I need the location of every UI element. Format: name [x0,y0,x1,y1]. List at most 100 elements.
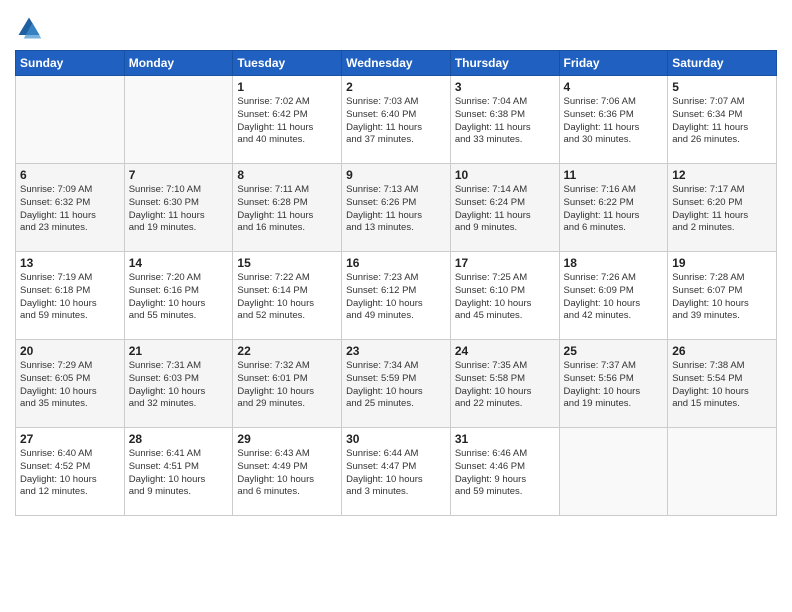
day-number: 15 [237,256,337,270]
calendar-body: 1 Sunrise: 7:02 AM Sunset: 6:42 PM Daylig… [16,76,777,516]
day-number: 29 [237,432,337,446]
day-number: 10 [455,168,555,182]
day-info: Sunrise: 7:02 AM Sunset: 6:42 PM Dayligh… [237,96,337,147]
week-row-4: 27 Sunrise: 6:40 AM Sunset: 4:52 PM Dayli… [16,428,777,516]
logo [15,14,47,42]
day-info: Sunrise: 6:46 AM Sunset: 4:46 PM Dayligh… [455,448,555,499]
day-number: 27 [20,432,120,446]
week-row-3: 20Sunrise: 7:29 AM Sunset: 6:05 PM Dayli… [16,340,777,428]
calendar-cell: 8 Sunrise: 7:11 AM Sunset: 6:28 PM Daylig… [233,164,342,252]
day-number: 5 [672,80,772,94]
logo-icon [15,14,43,42]
calendar-cell [668,428,777,516]
weekday-header-thursday: Thursday [450,51,559,76]
calendar-cell: 1 Sunrise: 7:02 AM Sunset: 6:42 PM Daylig… [233,76,342,164]
day-info: Sunrise: 7:34 AM Sunset: 5:59 PM Dayligh… [346,360,446,411]
day-info: Sunrise: 7:16 AM Sunset: 6:22 PM Dayligh… [564,184,664,235]
day-number: 4 [564,80,664,94]
calendar-cell: 15Sunrise: 7:22 AM Sunset: 6:14 PM Dayli… [233,252,342,340]
calendar-cell: 25 Sunrise: 7:37 AM Sunset: 5:56 PM Dayli… [559,340,668,428]
calendar-header: SundayMondayTuesdayWednesdayThursdayFrid… [16,51,777,76]
calendar-cell: 19 Sunrise: 7:28 AM Sunset: 6:07 PM Dayli… [668,252,777,340]
day-number: 13 [20,256,120,270]
calendar-cell: 24 Sunrise: 7:35 AM Sunset: 5:58 PM Dayli… [450,340,559,428]
day-number: 22 [237,344,337,358]
calendar-cell: 6 Sunrise: 7:09 AM Sunset: 6:32 PM Daylig… [16,164,125,252]
day-number: 16 [346,256,446,270]
day-info: Sunrise: 6:40 AM Sunset: 4:52 PM Dayligh… [20,448,120,499]
day-number: 17 [455,256,555,270]
day-info: Sunrise: 7:19 AM Sunset: 6:18 PM Dayligh… [20,272,120,323]
calendar-cell [16,76,125,164]
calendar-cell: 18 Sunrise: 7:26 AM Sunset: 6:09 PM Dayli… [559,252,668,340]
calendar-cell: 4 Sunrise: 7:06 AM Sunset: 6:36 PM Daylig… [559,76,668,164]
day-number: 11 [564,168,664,182]
day-info: Sunrise: 7:13 AM Sunset: 6:26 PM Dayligh… [346,184,446,235]
day-number: 26 [672,344,772,358]
day-number: 9 [346,168,446,182]
calendar-cell: 7Sunrise: 7:10 AM Sunset: 6:30 PM Daylig… [124,164,233,252]
day-number: 12 [672,168,772,182]
weekday-header-wednesday: Wednesday [342,51,451,76]
calendar-cell: 13 Sunrise: 7:19 AM Sunset: 6:18 PM Dayli… [16,252,125,340]
day-info: Sunrise: 7:06 AM Sunset: 6:36 PM Dayligh… [564,96,664,147]
day-info: Sunrise: 7:32 AM Sunset: 6:01 PM Dayligh… [237,360,337,411]
calendar-cell: 16 Sunrise: 7:23 AM Sunset: 6:12 PM Dayli… [342,252,451,340]
day-number: 24 [455,344,555,358]
calendar-cell: 2Sunrise: 7:03 AM Sunset: 6:40 PM Daylig… [342,76,451,164]
day-number: 23 [346,344,446,358]
calendar-cell: 17Sunrise: 7:25 AM Sunset: 6:10 PM Dayli… [450,252,559,340]
calendar-cell: 26 Sunrise: 7:38 AM Sunset: 5:54 PM Dayli… [668,340,777,428]
day-info: Sunrise: 7:28 AM Sunset: 6:07 PM Dayligh… [672,272,772,323]
day-info: Sunrise: 7:31 AM Sunset: 6:03 PM Dayligh… [129,360,229,411]
day-number: 6 [20,168,120,182]
day-info: Sunrise: 7:26 AM Sunset: 6:09 PM Dayligh… [564,272,664,323]
day-number: 21 [129,344,229,358]
calendar-cell: 14 Sunrise: 7:20 AM Sunset: 6:16 PM Dayli… [124,252,233,340]
day-info: Sunrise: 7:14 AM Sunset: 6:24 PM Dayligh… [455,184,555,235]
day-number: 25 [564,344,664,358]
calendar-cell [124,76,233,164]
day-info: Sunrise: 7:20 AM Sunset: 6:16 PM Dayligh… [129,272,229,323]
calendar-cell: 12 Sunrise: 7:17 AM Sunset: 6:20 PM Dayli… [668,164,777,252]
day-info: Sunrise: 7:03 AM Sunset: 6:40 PM Dayligh… [346,96,446,147]
weekday-header-monday: Monday [124,51,233,76]
page: SundayMondayTuesdayWednesdayThursdayFrid… [0,0,792,612]
day-info: Sunrise: 7:35 AM Sunset: 5:58 PM Dayligh… [455,360,555,411]
calendar-cell: 28Sunrise: 6:41 AM Sunset: 4:51 PM Dayli… [124,428,233,516]
day-number: 7 [129,168,229,182]
day-number: 1 [237,80,337,94]
day-number: 19 [672,256,772,270]
day-info: Sunrise: 6:41 AM Sunset: 4:51 PM Dayligh… [129,448,229,499]
calendar: SundayMondayTuesdayWednesdayThursdayFrid… [15,50,777,516]
calendar-cell: 23 Sunrise: 7:34 AM Sunset: 5:59 PM Dayli… [342,340,451,428]
day-number: 3 [455,80,555,94]
calendar-cell: 22 Sunrise: 7:32 AM Sunset: 6:01 PM Dayli… [233,340,342,428]
weekday-header-saturday: Saturday [668,51,777,76]
day-number: 31 [455,432,555,446]
calendar-cell: 27 Sunrise: 6:40 AM Sunset: 4:52 PM Dayli… [16,428,125,516]
day-info: Sunrise: 7:23 AM Sunset: 6:12 PM Dayligh… [346,272,446,323]
week-row-1: 6 Sunrise: 7:09 AM Sunset: 6:32 PM Daylig… [16,164,777,252]
day-info: Sunrise: 7:38 AM Sunset: 5:54 PM Dayligh… [672,360,772,411]
day-info: Sunrise: 7:17 AM Sunset: 6:20 PM Dayligh… [672,184,772,235]
calendar-cell: 29Sunrise: 6:43 AM Sunset: 4:49 PM Dayli… [233,428,342,516]
day-info: Sunrise: 7:29 AM Sunset: 6:05 PM Dayligh… [20,360,120,411]
day-info: Sunrise: 7:11 AM Sunset: 6:28 PM Dayligh… [237,184,337,235]
day-info: Sunrise: 7:09 AM Sunset: 6:32 PM Dayligh… [20,184,120,235]
calendar-cell: 31 Sunrise: 6:46 AM Sunset: 4:46 PM Dayli… [450,428,559,516]
day-number: 14 [129,256,229,270]
weekday-header-sunday: Sunday [16,51,125,76]
day-number: 8 [237,168,337,182]
day-info: Sunrise: 7:37 AM Sunset: 5:56 PM Dayligh… [564,360,664,411]
calendar-cell: 3Sunrise: 7:04 AM Sunset: 6:38 PM Daylig… [450,76,559,164]
weekday-header-friday: Friday [559,51,668,76]
week-row-0: 1 Sunrise: 7:02 AM Sunset: 6:42 PM Daylig… [16,76,777,164]
calendar-cell: 10 Sunrise: 7:14 AM Sunset: 6:24 PM Dayli… [450,164,559,252]
week-row-2: 13 Sunrise: 7:19 AM Sunset: 6:18 PM Dayli… [16,252,777,340]
day-number: 30 [346,432,446,446]
calendar-cell: 5Sunrise: 7:07 AM Sunset: 6:34 PM Daylig… [668,76,777,164]
header [15,10,777,42]
calendar-cell [559,428,668,516]
day-number: 18 [564,256,664,270]
